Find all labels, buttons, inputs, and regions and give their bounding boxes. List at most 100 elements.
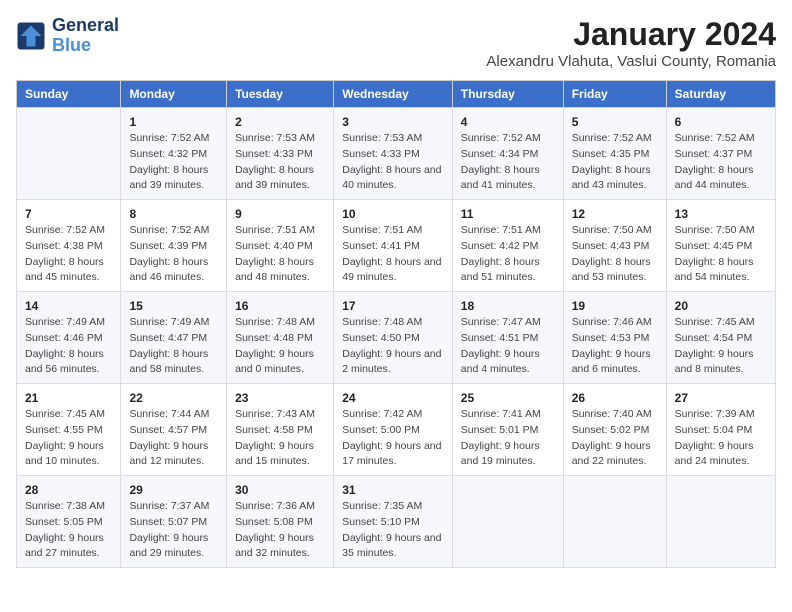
calendar-cell: 31Sunrise: 7:35 AMSunset: 5:10 PMDayligh… [334, 476, 453, 568]
day-number: 10 [342, 205, 444, 223]
day-number: 8 [129, 205, 218, 223]
daylight-info: Daylight: 9 hours and 17 minutes. [342, 439, 444, 471]
daylight-info: Daylight: 8 hours and 40 minutes. [342, 163, 444, 195]
day-number: 11 [461, 205, 555, 223]
sunset-info: Sunset: 4:32 PM [129, 147, 218, 163]
sunrise-info: Sunrise: 7:49 AM [25, 315, 112, 331]
calendar-cell [452, 476, 563, 568]
header-thursday: Thursday [452, 81, 563, 108]
daylight-info: Daylight: 8 hours and 39 minutes. [129, 163, 218, 195]
title-area: January 2024 Alexandru Vlahuta, Vaslui C… [486, 16, 776, 70]
calendar-cell: 11Sunrise: 7:51 AMSunset: 4:42 PMDayligh… [452, 200, 563, 292]
daylight-info: Daylight: 8 hours and 48 minutes. [235, 255, 325, 287]
sunrise-info: Sunrise: 7:51 AM [235, 223, 325, 239]
daylight-info: Daylight: 8 hours and 58 minutes. [129, 347, 218, 379]
day-number: 30 [235, 481, 325, 499]
calendar-cell: 26Sunrise: 7:40 AMSunset: 5:02 PMDayligh… [563, 384, 666, 476]
calendar-cell: 29Sunrise: 7:37 AMSunset: 5:07 PMDayligh… [121, 476, 227, 568]
calendar-cell: 14Sunrise: 7:49 AMSunset: 4:46 PMDayligh… [17, 292, 121, 384]
sunset-info: Sunset: 4:50 PM [342, 331, 444, 347]
calendar-cell: 9Sunrise: 7:51 AMSunset: 4:40 PMDaylight… [227, 200, 334, 292]
calendar-cell: 1Sunrise: 7:52 AMSunset: 4:32 PMDaylight… [121, 108, 227, 200]
main-title: January 2024 [486, 16, 776, 53]
week-row-3: 21Sunrise: 7:45 AMSunset: 4:55 PMDayligh… [17, 384, 776, 476]
sunset-info: Sunset: 4:48 PM [235, 331, 325, 347]
day-number: 15 [129, 297, 218, 315]
sunset-info: Sunset: 4:42 PM [461, 239, 555, 255]
day-number: 31 [342, 481, 444, 499]
sunrise-info: Sunrise: 7:45 AM [25, 407, 112, 423]
daylight-info: Daylight: 9 hours and 4 minutes. [461, 347, 555, 379]
calendar-table: SundayMondayTuesdayWednesdayThursdayFrid… [16, 80, 776, 568]
calendar-cell: 22Sunrise: 7:44 AMSunset: 4:57 PMDayligh… [121, 384, 227, 476]
sunset-info: Sunset: 4:39 PM [129, 239, 218, 255]
sunrise-info: Sunrise: 7:53 AM [235, 131, 325, 147]
week-row-1: 7Sunrise: 7:52 AMSunset: 4:38 PMDaylight… [17, 200, 776, 292]
daylight-info: Daylight: 8 hours and 46 minutes. [129, 255, 218, 287]
calendar-cell: 13Sunrise: 7:50 AMSunset: 4:45 PMDayligh… [666, 200, 775, 292]
daylight-info: Daylight: 9 hours and 8 minutes. [675, 347, 767, 379]
daylight-info: Daylight: 8 hours and 41 minutes. [461, 163, 555, 195]
sunset-info: Sunset: 5:01 PM [461, 423, 555, 439]
sunrise-info: Sunrise: 7:46 AM [572, 315, 658, 331]
sunrise-info: Sunrise: 7:53 AM [342, 131, 444, 147]
sunset-info: Sunset: 5:04 PM [675, 423, 767, 439]
sunrise-info: Sunrise: 7:50 AM [572, 223, 658, 239]
sunrise-info: Sunrise: 7:35 AM [342, 499, 444, 515]
calendar-cell: 21Sunrise: 7:45 AMSunset: 4:55 PMDayligh… [17, 384, 121, 476]
sunrise-info: Sunrise: 7:48 AM [235, 315, 325, 331]
sunset-info: Sunset: 4:35 PM [572, 147, 658, 163]
calendar-cell: 3Sunrise: 7:53 AMSunset: 4:33 PMDaylight… [334, 108, 453, 200]
day-number: 19 [572, 297, 658, 315]
sunrise-info: Sunrise: 7:43 AM [235, 407, 325, 423]
sunset-info: Sunset: 4:57 PM [129, 423, 218, 439]
sunset-info: Sunset: 4:43 PM [572, 239, 658, 255]
logo: General Blue [16, 16, 119, 56]
calendar-cell: 15Sunrise: 7:49 AMSunset: 4:47 PMDayligh… [121, 292, 227, 384]
sunrise-info: Sunrise: 7:51 AM [461, 223, 555, 239]
day-number: 20 [675, 297, 767, 315]
sunrise-info: Sunrise: 7:39 AM [675, 407, 767, 423]
header-tuesday: Tuesday [227, 81, 334, 108]
sunrise-info: Sunrise: 7:37 AM [129, 499, 218, 515]
sunset-info: Sunset: 4:51 PM [461, 331, 555, 347]
header-wednesday: Wednesday [334, 81, 453, 108]
calendar-cell: 18Sunrise: 7:47 AMSunset: 4:51 PMDayligh… [452, 292, 563, 384]
daylight-info: Daylight: 8 hours and 54 minutes. [675, 255, 767, 287]
sunset-info: Sunset: 4:34 PM [461, 147, 555, 163]
day-number: 4 [461, 113, 555, 131]
day-number: 14 [25, 297, 112, 315]
day-number: 24 [342, 389, 444, 407]
sunset-info: Sunset: 4:33 PM [235, 147, 325, 163]
calendar-cell: 7Sunrise: 7:52 AMSunset: 4:38 PMDaylight… [17, 200, 121, 292]
sunset-info: Sunset: 5:02 PM [572, 423, 658, 439]
sunset-info: Sunset: 4:47 PM [129, 331, 218, 347]
sunset-info: Sunset: 4:37 PM [675, 147, 767, 163]
sunrise-info: Sunrise: 7:52 AM [675, 131, 767, 147]
sunset-info: Sunset: 4:41 PM [342, 239, 444, 255]
header-friday: Friday [563, 81, 666, 108]
sunrise-info: Sunrise: 7:51 AM [342, 223, 444, 239]
sunrise-info: Sunrise: 7:47 AM [461, 315, 555, 331]
calendar-cell: 28Sunrise: 7:38 AMSunset: 5:05 PMDayligh… [17, 476, 121, 568]
daylight-info: Daylight: 9 hours and 29 minutes. [129, 531, 218, 563]
week-row-0: 1Sunrise: 7:52 AMSunset: 4:32 PMDaylight… [17, 108, 776, 200]
daylight-info: Daylight: 9 hours and 19 minutes. [461, 439, 555, 471]
calendar-cell: 24Sunrise: 7:42 AMSunset: 5:00 PMDayligh… [334, 384, 453, 476]
header: General Blue January 2024 Alexandru Vlah… [16, 16, 776, 70]
daylight-info: Daylight: 9 hours and 35 minutes. [342, 531, 444, 563]
sunset-info: Sunset: 4:46 PM [25, 331, 112, 347]
calendar-cell [563, 476, 666, 568]
day-number: 29 [129, 481, 218, 499]
daylight-info: Daylight: 8 hours and 51 minutes. [461, 255, 555, 287]
day-number: 12 [572, 205, 658, 223]
daylight-info: Daylight: 8 hours and 39 minutes. [235, 163, 325, 195]
calendar-cell: 19Sunrise: 7:46 AMSunset: 4:53 PMDayligh… [563, 292, 666, 384]
sunset-info: Sunset: 4:58 PM [235, 423, 325, 439]
day-number: 25 [461, 389, 555, 407]
sunrise-info: Sunrise: 7:52 AM [572, 131, 658, 147]
calendar-header: SundayMondayTuesdayWednesdayThursdayFrid… [17, 81, 776, 108]
sunrise-info: Sunrise: 7:52 AM [25, 223, 112, 239]
sunrise-info: Sunrise: 7:41 AM [461, 407, 555, 423]
sunrise-info: Sunrise: 7:38 AM [25, 499, 112, 515]
